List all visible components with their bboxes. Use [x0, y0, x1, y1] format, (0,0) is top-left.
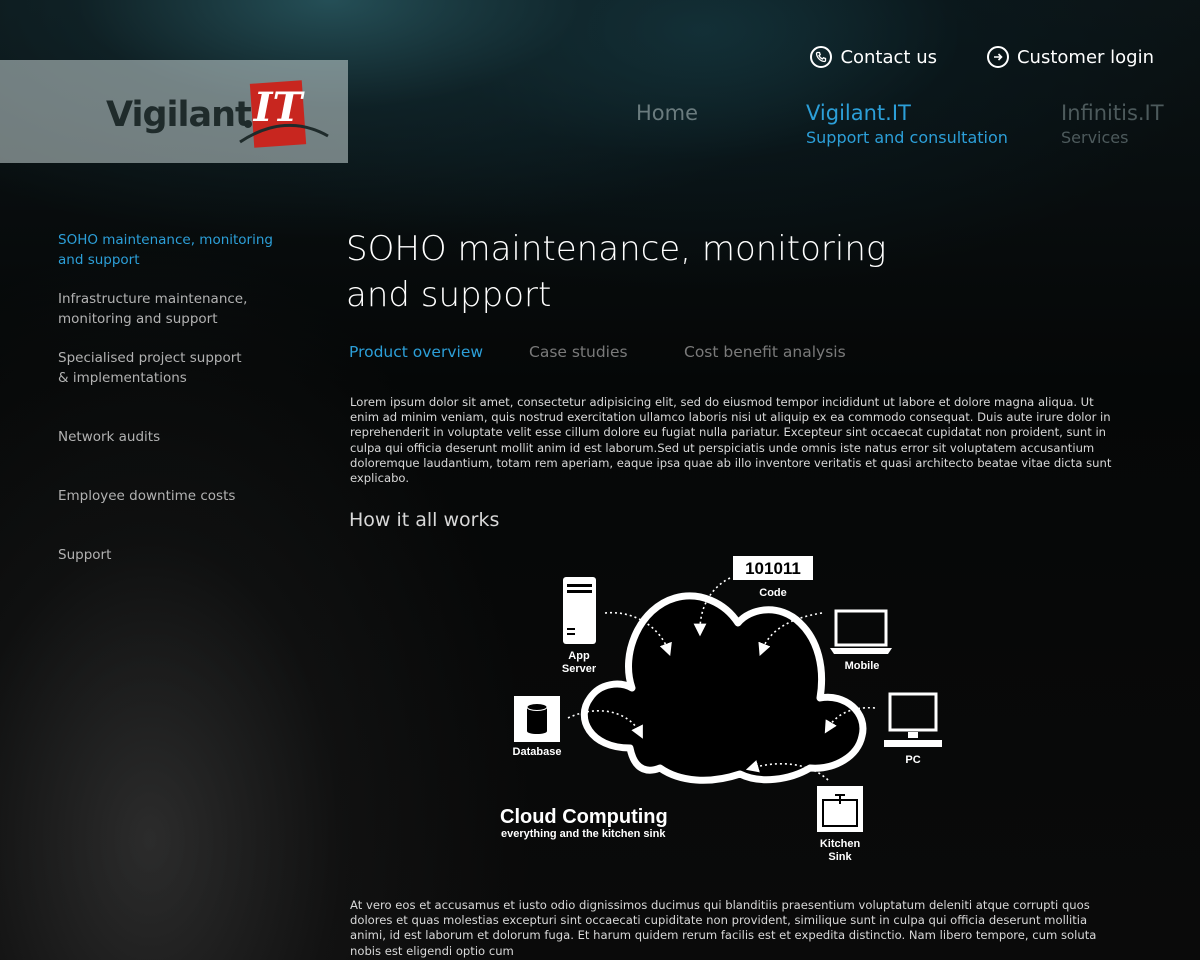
page-title: SOHO maintenance, monitoring and support	[346, 226, 966, 318]
kitchen-sink-icon	[817, 786, 863, 832]
nav-vigilant-sub: Support and consultation	[806, 128, 1008, 147]
tab-case-studies[interactable]: Case studies	[529, 343, 628, 361]
sidebar-item-label: Infrastructure maintenance,	[58, 291, 248, 307]
sidebar-item-label: monitoring and support	[58, 311, 218, 327]
sidebar-item-label: Support	[58, 547, 112, 563]
sidebar-item-label: Specialised project support	[58, 350, 242, 366]
top-links: Contact us Customer login	[810, 46, 1154, 68]
database-label: Database	[513, 746, 562, 758]
section-heading: How it all works	[349, 509, 500, 531]
paragraph-line: dolores et quas molestias excepturi sint…	[350, 913, 1088, 928]
intro-paragraph: Lorem ipsum dolor sit amet, consectetur …	[350, 395, 1120, 486]
sidebar-item-label: Network audits	[58, 429, 161, 445]
nav-infinitis-label: Infinitis.IT	[1061, 101, 1164, 125]
cloud-shape	[580, 592, 867, 784]
paragraph-line: Lorem ipsum dolor sit amet, consectetur …	[350, 395, 1094, 409]
pc-label: PC	[905, 754, 920, 766]
nav-home[interactable]: Home	[636, 100, 698, 126]
outro-paragraph: At vero eos et accusamus et iusto odio d…	[350, 898, 1120, 959]
sidebar-item-label: and support	[58, 252, 140, 268]
paragraph-line: doloremque laudantium, totam rem aperiam…	[350, 455, 1112, 470]
paragraph-line: culpa qui officia deserunt mollit anim i…	[350, 440, 1095, 455]
paragraph-line: explicabo.	[350, 471, 410, 486]
page-title-line: and support	[346, 275, 552, 315]
contact-us-link[interactable]: Contact us	[810, 46, 937, 68]
app-server-icon	[563, 577, 596, 644]
paragraph-line: enim ad minim veniam, quis nostrud exerc…	[350, 410, 1111, 425]
sidebar-item-label: & implementations	[58, 370, 187, 386]
pc-icon	[884, 692, 942, 747]
main-nav: Home Vigilant.IT Support and consultatio…	[0, 100, 1200, 160]
customer-login-label: Customer login	[1016, 46, 1154, 68]
page-title-line: SOHO maintenance, monitoring	[346, 229, 887, 269]
nav-infinitis-it[interactable]: Infinitis.IT Services	[1061, 100, 1164, 150]
database-icon	[514, 696, 560, 742]
diagram-subtitle: everything and the kitchen sink	[501, 828, 666, 840]
sidebar-item-employee-downtime[interactable]: Employee downtime costs	[58, 486, 235, 506]
diagram-title: Cloud Computing	[500, 806, 668, 828]
mobile-label: Mobile	[845, 660, 880, 672]
sidebar-item-support[interactable]: Support	[58, 545, 111, 565]
sidebar-item-label: SOHO maintenance, monitoring	[58, 232, 273, 248]
nav-home-label: Home	[636, 101, 699, 125]
sidebar-item-network-audits[interactable]: Network audits	[58, 427, 160, 447]
code-label: Code	[759, 587, 787, 599]
tab-cost-benefit-analysis[interactable]: Cost benefit analysis	[684, 343, 846, 361]
nav-vigilant-it[interactable]: Vigilant.IT Support and consultation	[806, 100, 1008, 150]
kitchen-sink-label: Kitchen	[820, 838, 861, 850]
tab-product-overview[interactable]: Product overview	[349, 343, 483, 361]
kitchen-sink-label: Sink	[828, 851, 852, 863]
paragraph-line: At vero eos et accusamus et iusto odio d…	[350, 898, 1090, 912]
cloud-computing-diagram: 101011 Code App Server Mobile Database P…	[500, 556, 942, 863]
paragraph-line: nobis est eligendi optio cum	[350, 943, 514, 958]
code-value: 101011	[745, 559, 801, 578]
app-server-label: App	[568, 650, 590, 662]
arrow-right-icon	[986, 46, 1009, 68]
sidebar-item-infrastructure[interactable]: Infrastructure maintenance, monitoring a…	[58, 289, 247, 329]
sidebar-item-specialised[interactable]: Specialised project support & implementa…	[58, 348, 242, 388]
laptop-icon	[830, 609, 892, 654]
nav-infinitis-sub: Services	[1061, 128, 1129, 147]
paragraph-line: animi, id est laborum et dolorum fuga. E…	[350, 928, 1097, 943]
paragraph-line: reprehenderit in voluptate velit esse ci…	[350, 425, 1107, 440]
phone-icon	[810, 46, 833, 68]
nav-vigilant-label: Vigilant.IT	[806, 101, 911, 125]
customer-login-link[interactable]: Customer login	[986, 46, 1154, 68]
sidebar-item-soho[interactable]: SOHO maintenance, monitoring and support	[58, 230, 273, 270]
app-server-label: Server	[562, 663, 597, 675]
sidebar-item-label: Employee downtime costs	[58, 488, 236, 504]
contact-us-label: Contact us	[840, 46, 937, 68]
